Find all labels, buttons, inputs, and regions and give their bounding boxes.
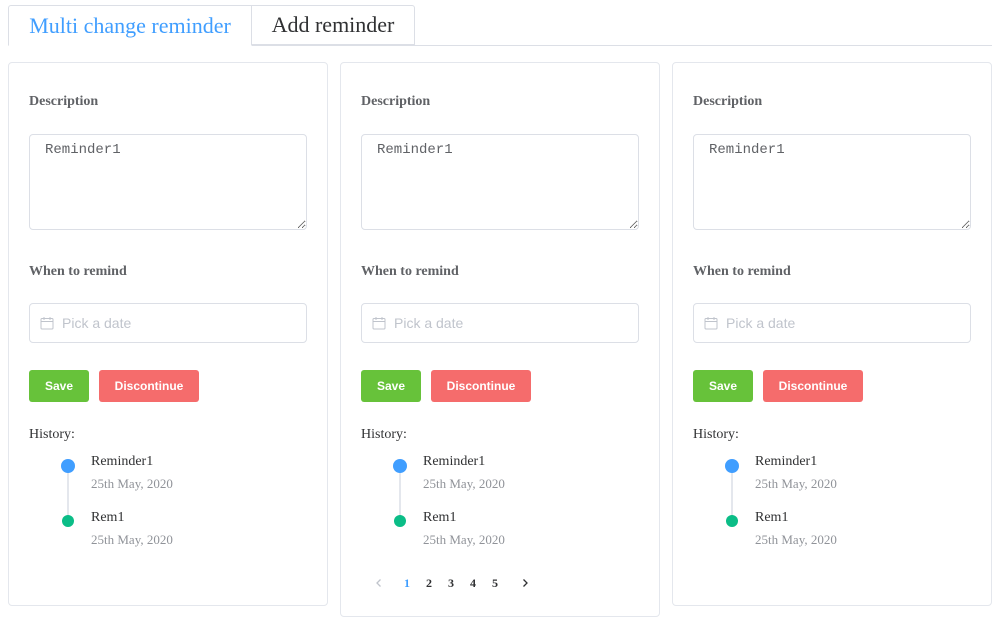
when-to-remind-label: When to remind <box>361 264 459 279</box>
history-item-time: 25th May, 2020 <box>423 476 505 491</box>
history-item-title: Reminder1 <box>91 454 154 469</box>
calendar-icon <box>40 317 54 330</box>
date-placeholder: Pick a date <box>726 315 796 331</box>
when-to-remind-label: When to remind <box>693 264 791 279</box>
description-label: Description <box>361 94 431 109</box>
discontinue-button[interactable]: Discontinue <box>763 370 863 402</box>
history-label: History: <box>693 427 739 442</box>
date-picker-input[interactable]: Pick a date <box>361 303 639 343</box>
history-item-title: Rem1 <box>755 510 789 525</box>
save-button[interactable]: Save <box>29 370 89 402</box>
tab-add-reminder[interactable]: Add reminder <box>251 5 415 45</box>
calendar-icon <box>704 317 718 330</box>
description-label: Description <box>693 94 763 109</box>
when-to-remind-label: When to remind <box>29 264 127 279</box>
history-item-time: 25th May, 2020 <box>423 532 505 547</box>
tab-bar: Multi change reminder Add reminder <box>8 5 992 46</box>
history-item-time: 25th May, 2020 <box>755 476 837 491</box>
history-item-time: 25th May, 2020 <box>91 532 173 547</box>
date-picker-input[interactable]: Pick a date <box>29 303 307 343</box>
description-label: Description <box>29 94 99 109</box>
chevron-right-icon[interactable] <box>515 573 535 593</box>
tab-multi-change-reminder[interactable]: Multi change reminder <box>8 5 252 46</box>
save-button[interactable]: Save <box>361 370 421 402</box>
save-button[interactable]: Save <box>693 370 753 402</box>
history-item-title: Rem1 <box>91 510 125 525</box>
history-item-time: 25th May, 2020 <box>91 476 173 491</box>
history-item-title: Reminder1 <box>755 454 818 469</box>
history-item-title: Rem1 <box>423 510 457 525</box>
reminder-card-1: Description Reminder1 When to remind Pic… <box>8 62 328 606</box>
pagination: 1 2 3 4 5 <box>365 573 605 593</box>
chevron-left-icon[interactable] <box>369 573 389 593</box>
timeline-dot-first <box>61 459 75 473</box>
discontinue-button[interactable]: Discontinue <box>431 370 531 402</box>
history-label: History: <box>29 427 75 442</box>
history-item-time: 25th May, 2020 <box>755 532 837 547</box>
description-textarea[interactable]: Reminder1 <box>361 134 639 230</box>
timeline-connector <box>67 468 69 522</box>
history-item-title: Reminder1 <box>423 454 486 469</box>
page-number-1[interactable]: 1 <box>399 573 415 593</box>
page-number-2[interactable]: 2 <box>421 573 437 593</box>
description-textarea[interactable]: Reminder1 <box>693 134 971 230</box>
reminder-card-3: Description Reminder1 When to remind Pic… <box>672 62 992 606</box>
timeline-dot-first <box>725 459 739 473</box>
description-textarea[interactable]: Reminder1 <box>29 134 307 230</box>
calendar-icon <box>372 317 386 330</box>
timeline-dot-first <box>393 459 407 473</box>
date-placeholder: Pick a date <box>62 315 132 331</box>
timeline-dot-second <box>62 515 74 527</box>
page-number-4[interactable]: 4 <box>465 573 481 593</box>
date-picker-input[interactable]: Pick a date <box>693 303 971 343</box>
discontinue-button[interactable]: Discontinue <box>99 370 199 402</box>
history-label: History: <box>361 427 407 442</box>
timeline-dot-second <box>726 515 738 527</box>
date-placeholder: Pick a date <box>394 315 464 331</box>
page-number-5[interactable]: 5 <box>487 573 503 593</box>
timeline-connector <box>731 468 733 522</box>
reminder-card-2: Description Reminder1 When to remind Pic… <box>340 62 660 617</box>
page-number-3[interactable]: 3 <box>443 573 459 593</box>
timeline-connector <box>399 468 401 522</box>
timeline-dot-second <box>394 515 406 527</box>
